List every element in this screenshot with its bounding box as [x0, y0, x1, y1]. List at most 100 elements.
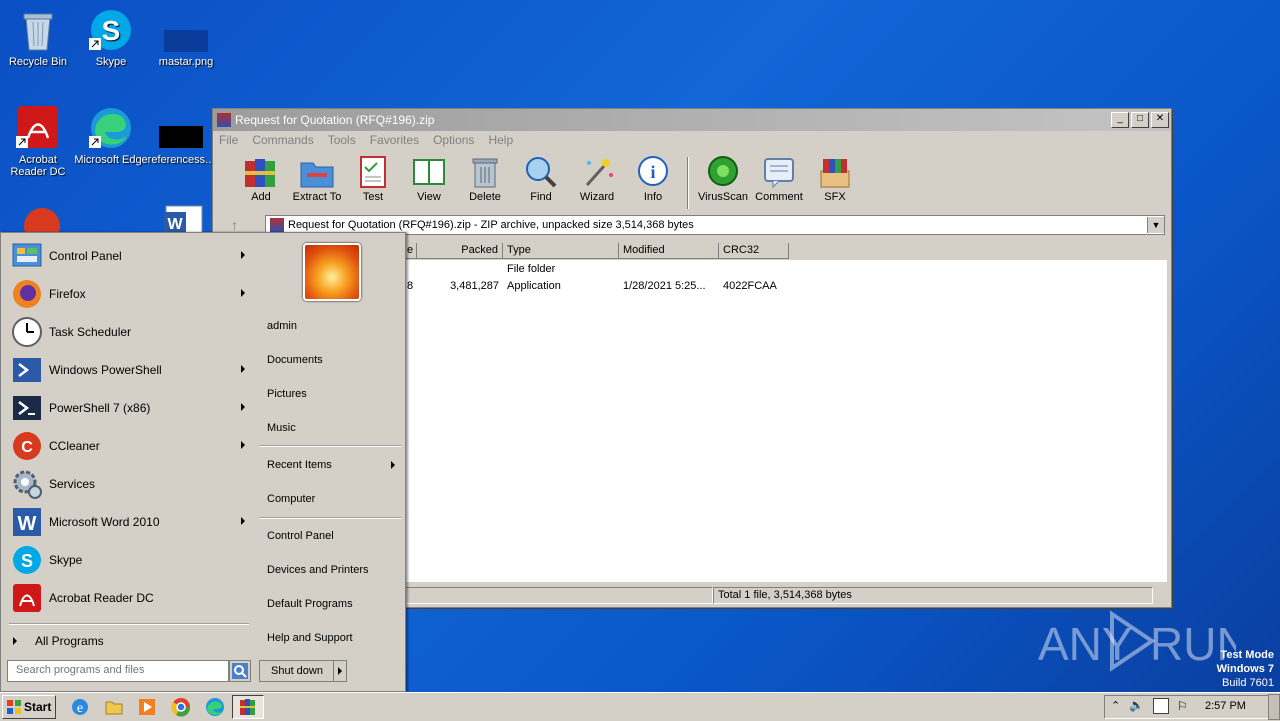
column-type[interactable]: Type [503, 243, 619, 259]
places-default-programs[interactable]: Default Programs [267, 598, 353, 610]
places-admin[interactable]: admin [267, 320, 297, 332]
add-button[interactable]: Add [233, 155, 289, 203]
places-pictures[interactable]: Pictures [267, 388, 307, 400]
start-item-label: PowerShell 7 (x86) [49, 401, 151, 415]
search-input[interactable] [8, 661, 226, 679]
comment-button[interactable]: Comment [751, 155, 807, 203]
start-item-powershell-7[interactable]: PowerShell 7 (x86) [5, 389, 253, 427]
wizard-button[interactable]: Wizard [569, 155, 625, 203]
edge-icon [89, 106, 133, 150]
word-desktop-icon[interactable]: W [162, 204, 206, 232]
menu-help[interactable]: Help [488, 133, 513, 147]
start-item-services[interactable]: Services [5, 465, 253, 503]
menu-favorites[interactable]: Favorites [370, 133, 419, 147]
start-button[interactable]: Start [2, 695, 56, 719]
places-recent-items[interactable]: Recent Items [267, 459, 332, 471]
places-control-panel[interactable]: Control Panel [267, 530, 334, 542]
start-item-acrobat[interactable]: Acrobat Reader DC [5, 579, 253, 617]
extract-to-button[interactable]: Extract To [289, 155, 345, 203]
all-programs-button[interactable]: All Programs [9, 633, 249, 649]
list-item[interactable]: 8 3,481,287 Application 1/28/2021 5:25..… [403, 277, 1167, 294]
info-button[interactable]: i Info [625, 155, 681, 203]
test-mode-line1: Test Mode [1220, 649, 1274, 661]
start-item-label: Services [49, 477, 96, 491]
svg-text:S: S [21, 551, 33, 571]
skype-icon: S [89, 8, 133, 52]
ccleaner-desktop-icon[interactable] [20, 204, 64, 232]
maximize-button[interactable]: □ [1131, 112, 1149, 128]
all-programs-label: All Programs [35, 634, 104, 648]
taskbar-chrome-icon[interactable] [171, 697, 191, 717]
sfx-button[interactable]: SFX [807, 155, 863, 203]
submenu-arrow-icon [241, 251, 245, 259]
taskbar-winrar-button[interactable] [232, 695, 264, 719]
start-item-label: Control Panel [49, 249, 122, 263]
start-item-skype[interactable]: S Skype [5, 541, 253, 579]
user-avatar[interactable] [303, 243, 361, 301]
up-folder-button[interactable]: ↑ [231, 217, 238, 233]
status-left [403, 587, 713, 604]
volume-icon[interactable]: 🔈 [1129, 698, 1144, 712]
virusscan-button[interactable]: VirusScan [695, 155, 751, 203]
desktop-icon-label: Skype [95, 56, 127, 68]
places-help-support[interactable]: Help and Support [267, 632, 353, 644]
places-computer[interactable]: Computer [267, 493, 315, 505]
places-documents[interactable]: Documents [267, 354, 323, 366]
taskbar-ie-icon[interactable]: e [70, 697, 90, 717]
desktop-icon-label: Acrobat Reader DC [10, 154, 66, 178]
start-item-word[interactable]: W Microsoft Word 2010 [5, 503, 253, 541]
path-dropdown-button[interactable]: ▼ [1147, 217, 1164, 233]
file-list[interactable]: File folder 8 3,481,287 Application 1/28… [403, 260, 1167, 582]
menu-commands[interactable]: Commands [252, 133, 313, 147]
svg-text:e: e [77, 701, 83, 716]
start-item-task-scheduler[interactable]: Task Scheduler [5, 313, 253, 351]
desktop-icon-acrobat[interactable]: Acrobat Reader DC [0, 106, 76, 178]
clock[interactable]: 2:57 PM [1205, 700, 1246, 712]
minimize-button[interactable]: _ [1111, 112, 1129, 128]
column-packed[interactable]: Packed [417, 243, 503, 259]
window-titlebar[interactable]: Request for Quotation (RFQ#196).zip _ □ … [213, 109, 1171, 131]
search-button[interactable] [229, 660, 251, 682]
desktop-icon-edge[interactable]: Microsoft Edge [73, 106, 149, 166]
test-button[interactable]: Test [345, 155, 401, 203]
start-item-control-panel[interactable]: Control Panel [5, 237, 253, 275]
recent-items-arrow-icon [391, 461, 395, 469]
powershell7-icon [11, 392, 43, 424]
menu-options[interactable]: Options [433, 133, 474, 147]
view-button[interactable]: View [401, 155, 457, 203]
cell-modified: 1/28/2021 5:25... [623, 279, 706, 292]
column-modified[interactable]: Modified [619, 243, 719, 259]
taskbar-edge-icon[interactable] [205, 697, 225, 717]
show-hidden-icons-icon[interactable]: ⌃ [1111, 699, 1120, 712]
places-devices-printers[interactable]: Devices and Printers [267, 564, 369, 576]
close-button[interactable]: ✕ [1151, 112, 1169, 128]
search-box[interactable] [7, 660, 229, 682]
shutdown-button[interactable]: Shut down [259, 660, 335, 682]
start-item-firefox[interactable]: Firefox [5, 275, 253, 313]
virusscan-label: VirusScan [698, 191, 748, 203]
desktop-icon-referencess[interactable]: referencess... [143, 106, 219, 166]
menu-file[interactable]: File [219, 133, 238, 147]
taskbar-media-player-icon[interactable] [137, 697, 157, 717]
desktop-icon-skype[interactable]: S Skype [73, 8, 149, 68]
action-center-flag-icon[interactable]: ⚐ [1177, 699, 1188, 713]
show-desktop-button[interactable] [1268, 694, 1280, 720]
acrobat-icon [16, 106, 60, 150]
sfx-box-icon [817, 155, 853, 189]
delete-button[interactable]: Delete [457, 155, 513, 203]
taskbar-explorer-icon[interactable] [104, 697, 124, 717]
places-music[interactable]: Music [267, 422, 296, 434]
desktop-icon-recycle-bin[interactable]: Recycle Bin [0, 8, 76, 68]
column-crc32[interactable]: CRC32 [719, 243, 789, 259]
start-item-windows-powershell[interactable]: Windows PowerShell [5, 351, 253, 389]
menu-tools[interactable]: Tools [328, 133, 356, 147]
magnifier-icon [523, 155, 559, 189]
desktop-icon-mastar[interactable]: mastar.png [148, 8, 224, 68]
start-item-ccleaner[interactable]: C CCleaner [5, 427, 253, 465]
places-separator [259, 445, 401, 447]
network-icon[interactable] [1153, 698, 1169, 714]
find-button[interactable]: Find [513, 155, 569, 203]
svg-text:W: W [18, 513, 37, 535]
list-item[interactable]: File folder [403, 260, 1167, 277]
shutdown-options-button[interactable] [333, 660, 347, 682]
